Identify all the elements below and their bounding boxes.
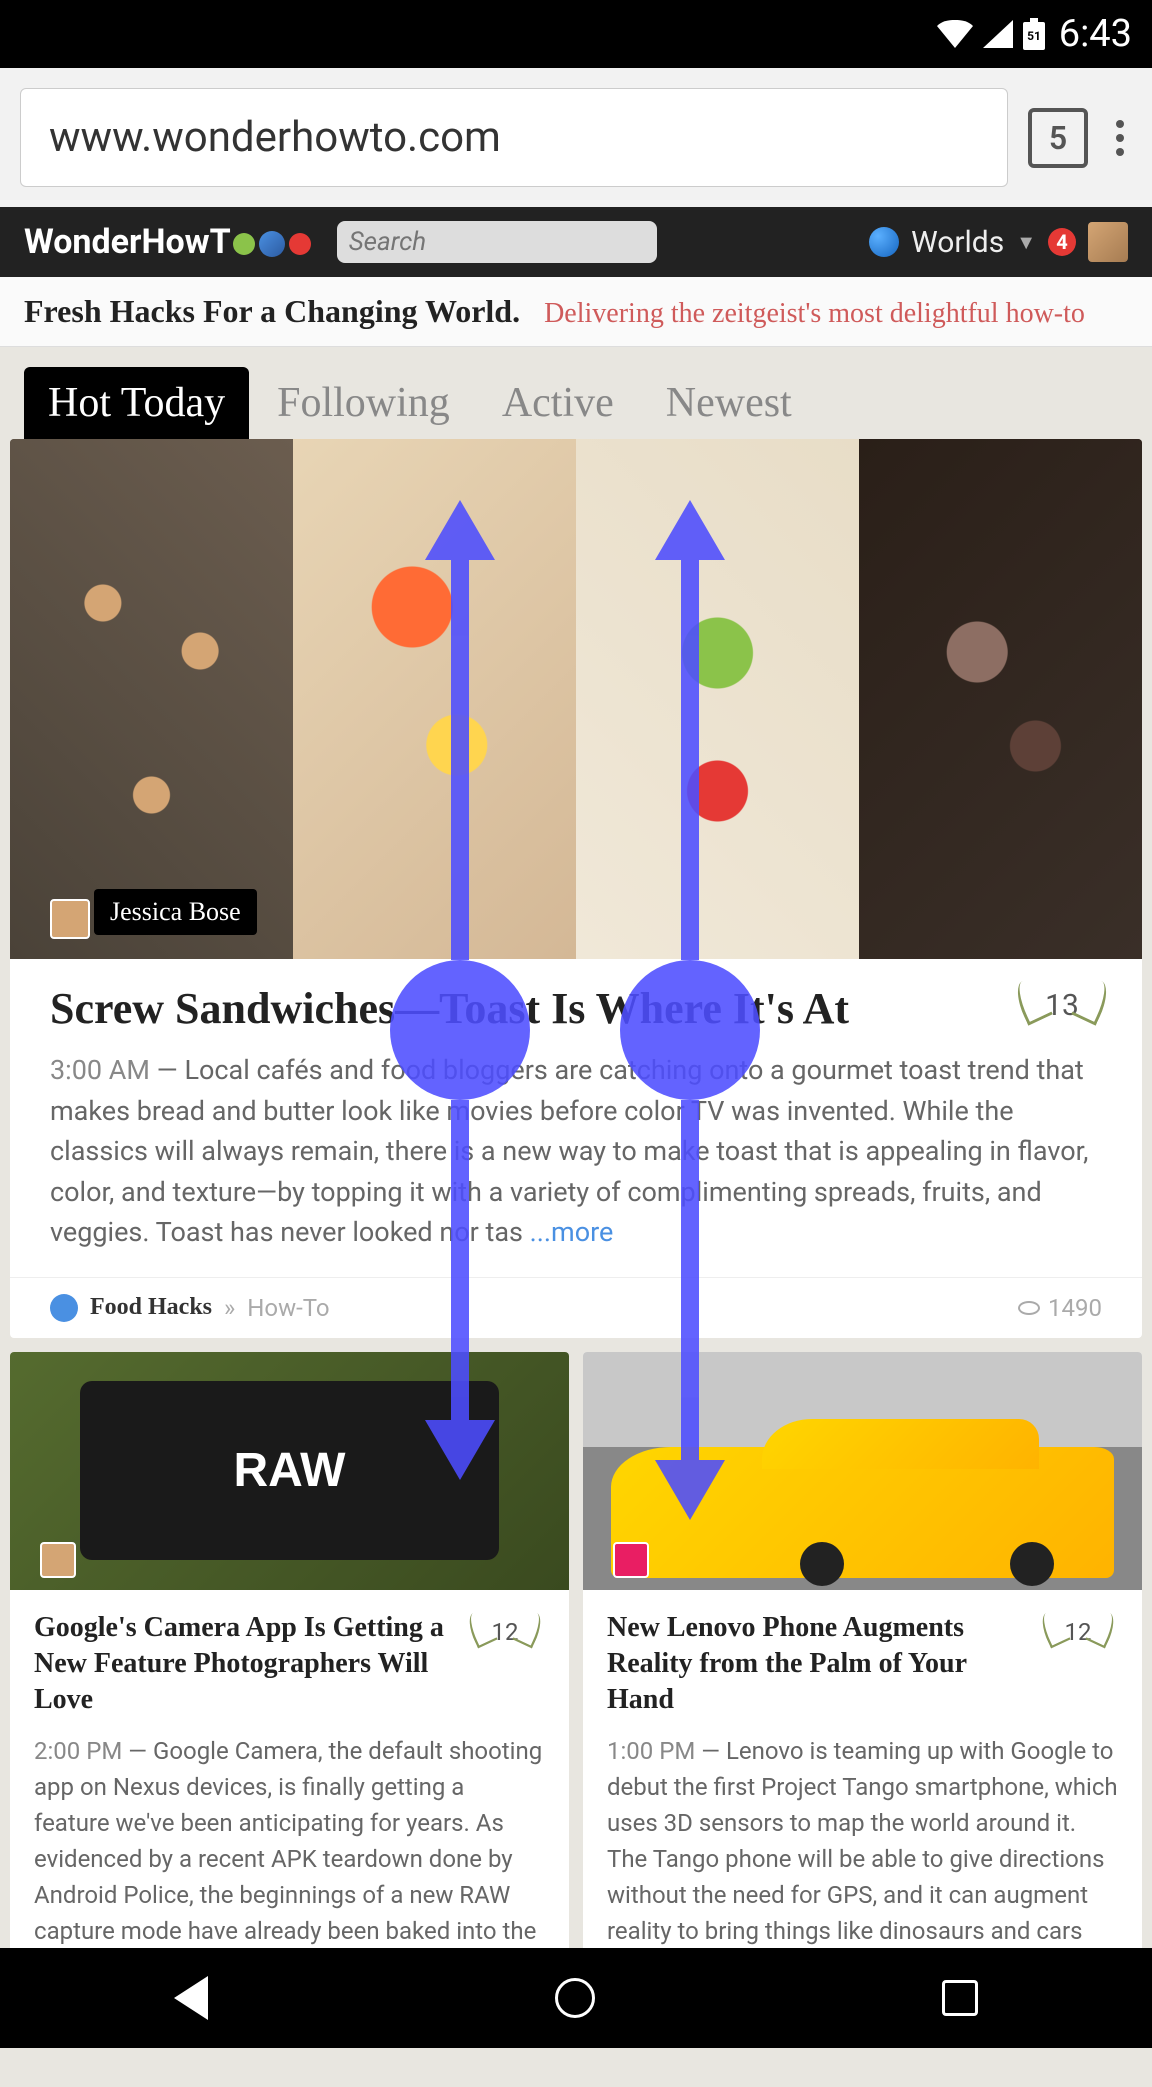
card-excerpt: 1:00 PM — Lenovo is teaming up with Goog… (607, 1733, 1118, 1985)
site-tagline: Fresh Hacks For a Changing World. Delive… (0, 277, 1152, 347)
tab-switcher-button[interactable]: 5 (1028, 108, 1088, 168)
more-link[interactable]: ...more (530, 1216, 614, 1248)
hero-article-card[interactable]: Jessica Bose 13 Screw Sandwiches—Toast I… (10, 439, 1142, 1338)
card-title[interactable]: New Lenovo Phone Augments Reality from t… (607, 1610, 1030, 1719)
status-icons: 51 (937, 18, 1045, 50)
hero-footer: Food Hacks » How-To 1490 (10, 1277, 1142, 1338)
logo-globe-icon (259, 231, 285, 257)
status-time: 6:43 (1059, 12, 1132, 56)
logo-text: WonderHowT (24, 222, 231, 262)
tab-hot-today[interactable]: Hot Today (24, 367, 249, 439)
score-badge: 12 (473, 1608, 537, 1656)
site-header: WonderHowT Worlds ▼ 4 (0, 207, 1152, 277)
svg-text:51: 51 (1027, 29, 1041, 43)
chevron-down-icon: ▼ (1016, 230, 1036, 255)
card-body: Google's Camera App Is Getting a New Fea… (10, 1590, 569, 2005)
card-body: New Lenovo Phone Augments Reality from t… (583, 1590, 1142, 2005)
article-card[interactable]: New Lenovo Phone Augments Reality from t… (583, 1352, 1142, 2005)
author-name[interactable]: Jessica Bose (94, 889, 257, 935)
worlds-menu[interactable]: Worlds ▼ 4 (869, 222, 1128, 262)
logo-dot-red (289, 233, 311, 255)
browser-chrome: www.wonderhowto.com 5 (0, 68, 1152, 207)
main-content: Hot Today Following Active Newest Jessic… (0, 347, 1152, 2087)
wifi-icon (937, 20, 973, 48)
subcategory-label[interactable]: How-To (247, 1294, 329, 1322)
card-title[interactable]: Google's Camera App Is Getting a New Fea… (34, 1610, 457, 1719)
tagline-main: Fresh Hacks For a Changing World. (24, 293, 520, 330)
hero-title[interactable]: Screw Sandwiches—Toast Is Where It's At (50, 983, 1102, 1034)
globe-icon (869, 227, 899, 257)
tab-active[interactable]: Active (478, 367, 638, 439)
search-container (337, 221, 657, 263)
back-button[interactable] (174, 1976, 208, 2020)
car-illustration (611, 1447, 1114, 1578)
signal-icon (983, 20, 1013, 48)
notification-badge: 4 (1048, 228, 1076, 256)
card-image: RAW (10, 1352, 569, 1590)
card-excerpt-text: Google Camera, the default shooting app … (34, 1737, 542, 1981)
site-logo[interactable]: WonderHowT (24, 222, 313, 262)
article-grid: RAW Google's Camera App Is Getting a New… (0, 1338, 1152, 2005)
tab-newest[interactable]: Newest (642, 367, 816, 439)
hero-excerpt: 3:00 AM — Local cafés and food bloggers … (50, 1050, 1102, 1253)
home-button[interactable] (555, 1978, 595, 2018)
tagline-sub: Delivering the zeitgeist's most delightf… (544, 298, 1085, 330)
hero-image: Jessica Bose (10, 439, 1142, 959)
article-card[interactable]: RAW Google's Camera App Is Getting a New… (10, 1352, 569, 2005)
author-avatar[interactable] (50, 899, 90, 939)
android-nav-bar (0, 1948, 1152, 2048)
hero-body: 13 Screw Sandwiches—Toast Is Where It's … (10, 959, 1142, 1277)
logo-dot-green (233, 233, 255, 255)
feed-tabs: Hot Today Following Active Newest (0, 347, 1152, 439)
url-bar[interactable]: www.wonderhowto.com (20, 88, 1008, 187)
view-number: 1490 (1048, 1294, 1102, 1322)
score-badge: 12 (1046, 1608, 1110, 1656)
card-image (583, 1352, 1142, 1590)
card-excerpt-text: Lenovo is teaming up with Google to debu… (607, 1737, 1118, 1981)
card-time: 2:00 PM (34, 1737, 122, 1765)
user-avatar[interactable] (1088, 222, 1128, 262)
category-label[interactable]: Food Hacks (90, 1294, 212, 1321)
view-count: 1490 (1018, 1294, 1102, 1322)
card-author-avatar[interactable] (40, 1542, 76, 1578)
score-badge: 13 (1022, 975, 1102, 1035)
worlds-label: Worlds (911, 225, 1004, 260)
recent-apps-button[interactable] (942, 1980, 978, 2016)
hero-time: 3:00 AM (50, 1054, 150, 1086)
tab-following[interactable]: Following (253, 367, 474, 439)
card-time: 1:00 PM (607, 1737, 695, 1765)
card-excerpt: 2:00 PM — Google Camera, the default sho… (34, 1733, 545, 1985)
battery-icon: 51 (1023, 18, 1045, 50)
category-icon (50, 1294, 78, 1322)
browser-menu-button[interactable] (1108, 112, 1132, 164)
category-separator: » (224, 1294, 235, 1322)
eye-icon (1018, 1301, 1040, 1315)
android-status-bar: 51 6:43 (0, 0, 1152, 68)
search-input[interactable] (349, 227, 683, 257)
card-author-avatar[interactable] (613, 1542, 649, 1578)
phone-mockup: RAW (80, 1381, 499, 1560)
